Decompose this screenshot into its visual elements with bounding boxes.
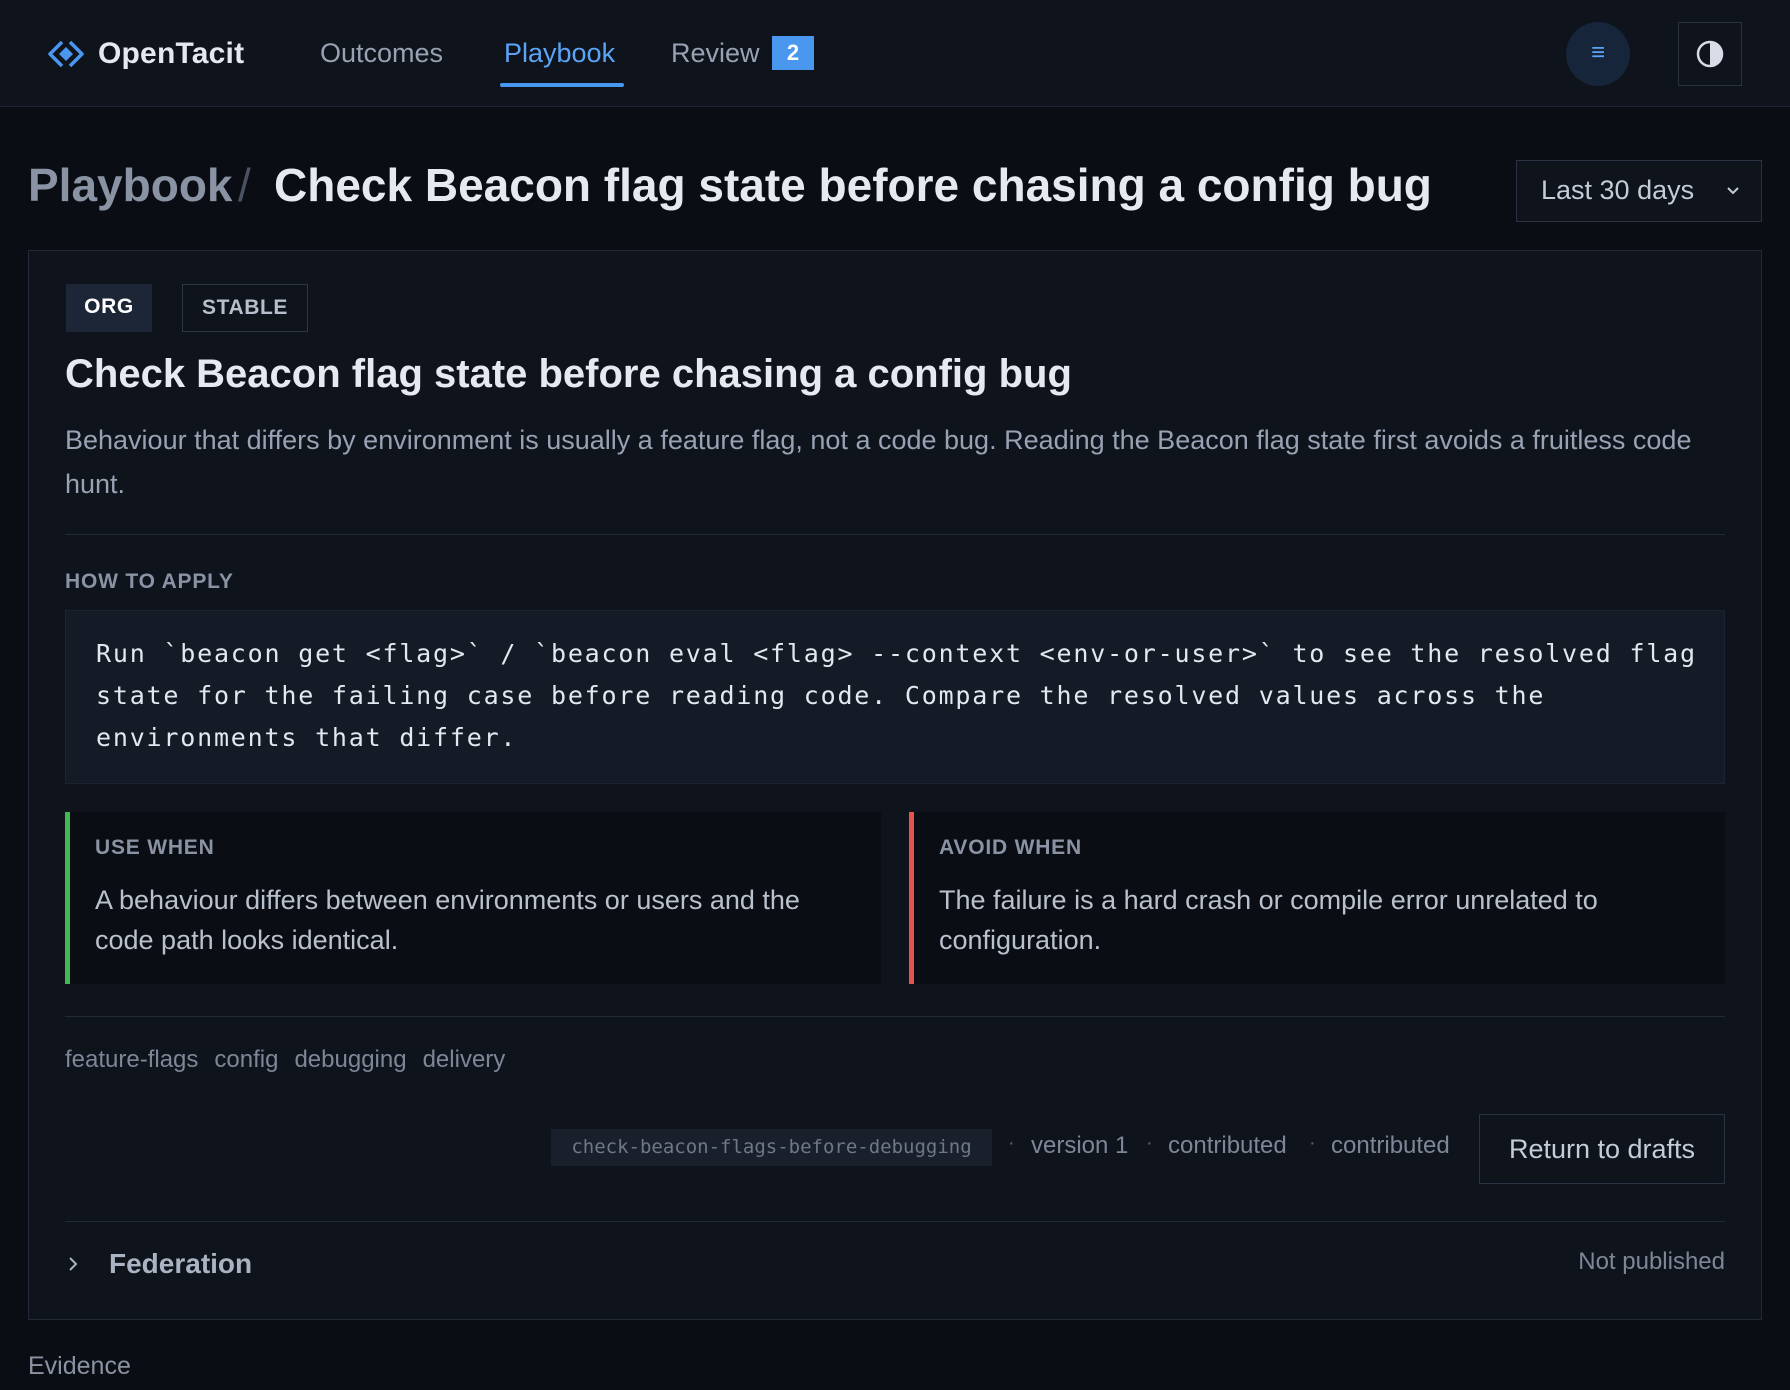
how-to-apply-block: Run `beacon get <flag>` / `beacon eval <… — [65, 610, 1725, 784]
version-label: version 1 — [1031, 1132, 1129, 1159]
topic-tag[interactable]: debugging — [294, 1046, 406, 1074]
topic-list: feature-flags config debugging delivery — [65, 1046, 505, 1074]
divider — [65, 534, 1725, 535]
federation-status: Not published — [1578, 1248, 1725, 1275]
entry-title: Check Beacon flag state before chasing a… — [65, 352, 1072, 396]
federation-toggle[interactable]: Federation Not published — [60, 1236, 1725, 1292]
top-nav: OpenTacit Outcomes Playbook Review 2 ≡ — [0, 0, 1790, 107]
evidence-heading: Evidence — [28, 1352, 131, 1380]
app-name: OpenTacit — [98, 37, 245, 70]
breadcrumb-separator: / — [238, 159, 251, 211]
menu-button[interactable]: ≡ — [1566, 22, 1630, 86]
topic-tag[interactable]: feature-flags — [65, 1046, 198, 1074]
date-range-value: Last 30 days — [1541, 175, 1695, 205]
contrast-icon — [1696, 40, 1724, 68]
how-to-apply-text: Run `beacon get <flag>` / `beacon eval <… — [96, 639, 1714, 752]
how-to-apply-label: HOW TO APPLY — [65, 570, 234, 593]
brand[interactable]: OpenTacit — [48, 32, 244, 76]
status-tag: STABLE — [182, 284, 308, 332]
use-when-text: A behaviour differs between environments… — [95, 885, 800, 955]
scope-tag: ORG — [66, 284, 152, 332]
nav-playbook[interactable]: Playbook — [504, 30, 615, 76]
use-when-panel: USE WHEN A behaviour differs between env… — [65, 812, 881, 984]
hamburger-icon: ≡ — [1590, 39, 1605, 66]
nav-review[interactable]: Review — [671, 30, 760, 76]
review-count-badge: 2 — [772, 36, 814, 70]
meta-separator: · — [1309, 1132, 1316, 1154]
divider — [65, 1016, 1725, 1017]
breadcrumb-parent[interactable]: Playbook — [28, 158, 233, 212]
date-range-select[interactable]: Last 30 days — [1516, 160, 1762, 222]
federation-label: Federation — [109, 1248, 253, 1279]
meta-separator: · — [1008, 1132, 1015, 1154]
page-title: Check Beacon flag state before chasing a… — [274, 159, 1432, 211]
contributed-label: contributed — [1331, 1132, 1450, 1159]
use-when-label: USE WHEN — [95, 836, 215, 859]
entry-slug: check-beacon-flags-before-debugging — [551, 1129, 992, 1166]
entry-description: Behaviour that differs by environment is… — [65, 425, 1692, 499]
topic-tag[interactable]: config — [214, 1046, 278, 1074]
nav-outcomes[interactable]: Outcomes — [320, 30, 443, 76]
active-tab-indicator — [500, 83, 624, 87]
topic-tag[interactable]: delivery — [423, 1046, 506, 1074]
avoid-when-panel: AVOID WHEN The failure is a hard crash o… — [909, 812, 1725, 984]
avoid-when-label: AVOID WHEN — [939, 836, 1082, 859]
return-to-drafts-button[interactable]: Return to drafts — [1479, 1114, 1725, 1184]
theme-toggle-button[interactable] — [1678, 22, 1742, 86]
avoid-when-text: The failure is a hard crash or compile e… — [939, 885, 1598, 955]
meta-separator: · — [1146, 1132, 1153, 1154]
chevron-down-icon — [1727, 187, 1739, 195]
chevron-right-icon — [69, 1257, 78, 1271]
divider — [65, 1221, 1725, 1222]
contributed-label: contributed — [1168, 1132, 1287, 1159]
diamond-logo-icon — [48, 40, 84, 68]
